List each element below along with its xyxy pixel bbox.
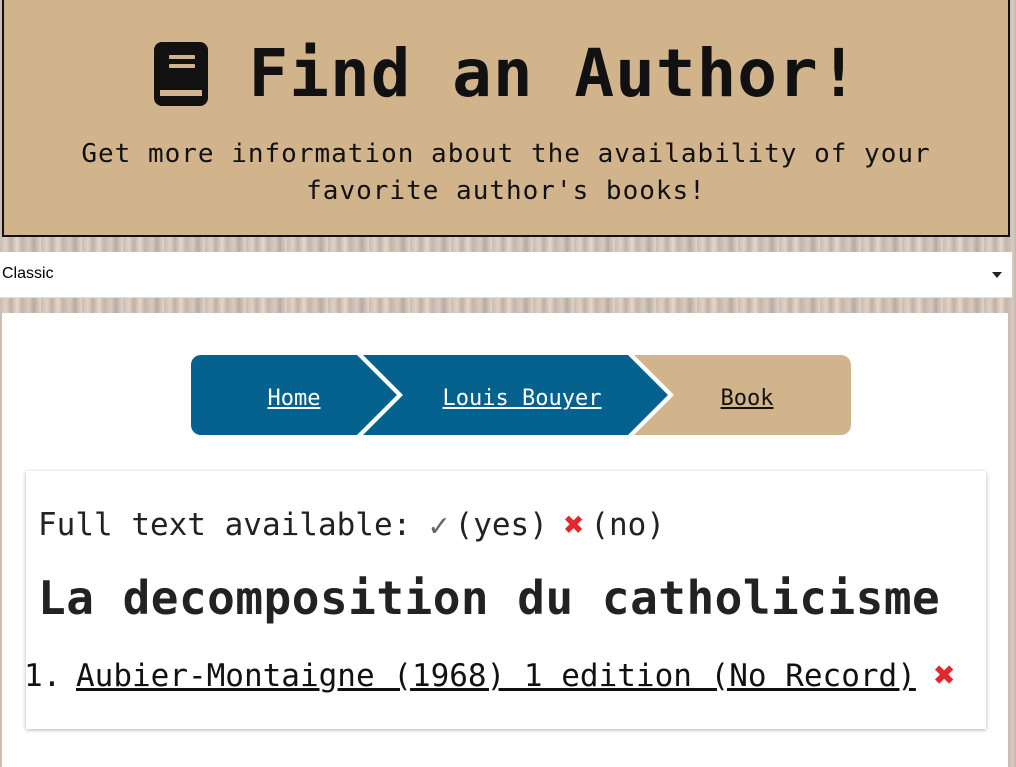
check-icon: ✓	[429, 506, 449, 544]
page-title: Find an Author!	[248, 35, 860, 112]
theme-select[interactable]: Classic	[0, 252, 1012, 298]
main-content: Home Louis Bouyer Book Full text availab…	[2, 313, 1008, 767]
list-item: 1. Aubier-Montaigne (1968) 1 edition (No…	[24, 655, 956, 696]
book-title: La decomposition du catholicisme	[38, 571, 941, 625]
page-subtitle: Get more information about the availabil…	[81, 139, 931, 206]
breadcrumb-author-link[interactable]: Louis Bouyer	[427, 355, 617, 435]
breadcrumb: Home Louis Bouyer Book	[191, 355, 851, 435]
legend-no-label: (no)	[590, 507, 666, 543]
cross-icon: ✖	[563, 505, 585, 545]
breadcrumb-home-link[interactable]: Home	[251, 355, 337, 435]
book-card: Full text available: ✓ (yes) ✖ (no) La d…	[24, 471, 986, 729]
full-text-legend: Full text available: ✓ (yes) ✖ (no)	[38, 505, 665, 545]
edition-link[interactable]: Aubier-Montaigne (1968) 1 edition (No Re…	[76, 658, 916, 694]
theme-select-value: Classic	[2, 265, 54, 282]
book-icon	[154, 42, 209, 106]
chevron-down-icon	[992, 272, 1002, 278]
legend-prefix: Full text available:	[38, 507, 412, 543]
title-row: Find an Author!	[4, 36, 1008, 112]
list-item-number: 1.	[24, 657, 62, 694]
cross-icon: ✖	[933, 655, 956, 696]
breadcrumb-book-link[interactable]: Book	[701, 355, 793, 435]
legend-yes-label: (yes)	[454, 507, 548, 543]
editions-list: 1. Aubier-Montaigne (1968) 1 edition (No…	[24, 655, 956, 696]
site-header: Find an Author! Get more information abo…	[2, 0, 1010, 237]
